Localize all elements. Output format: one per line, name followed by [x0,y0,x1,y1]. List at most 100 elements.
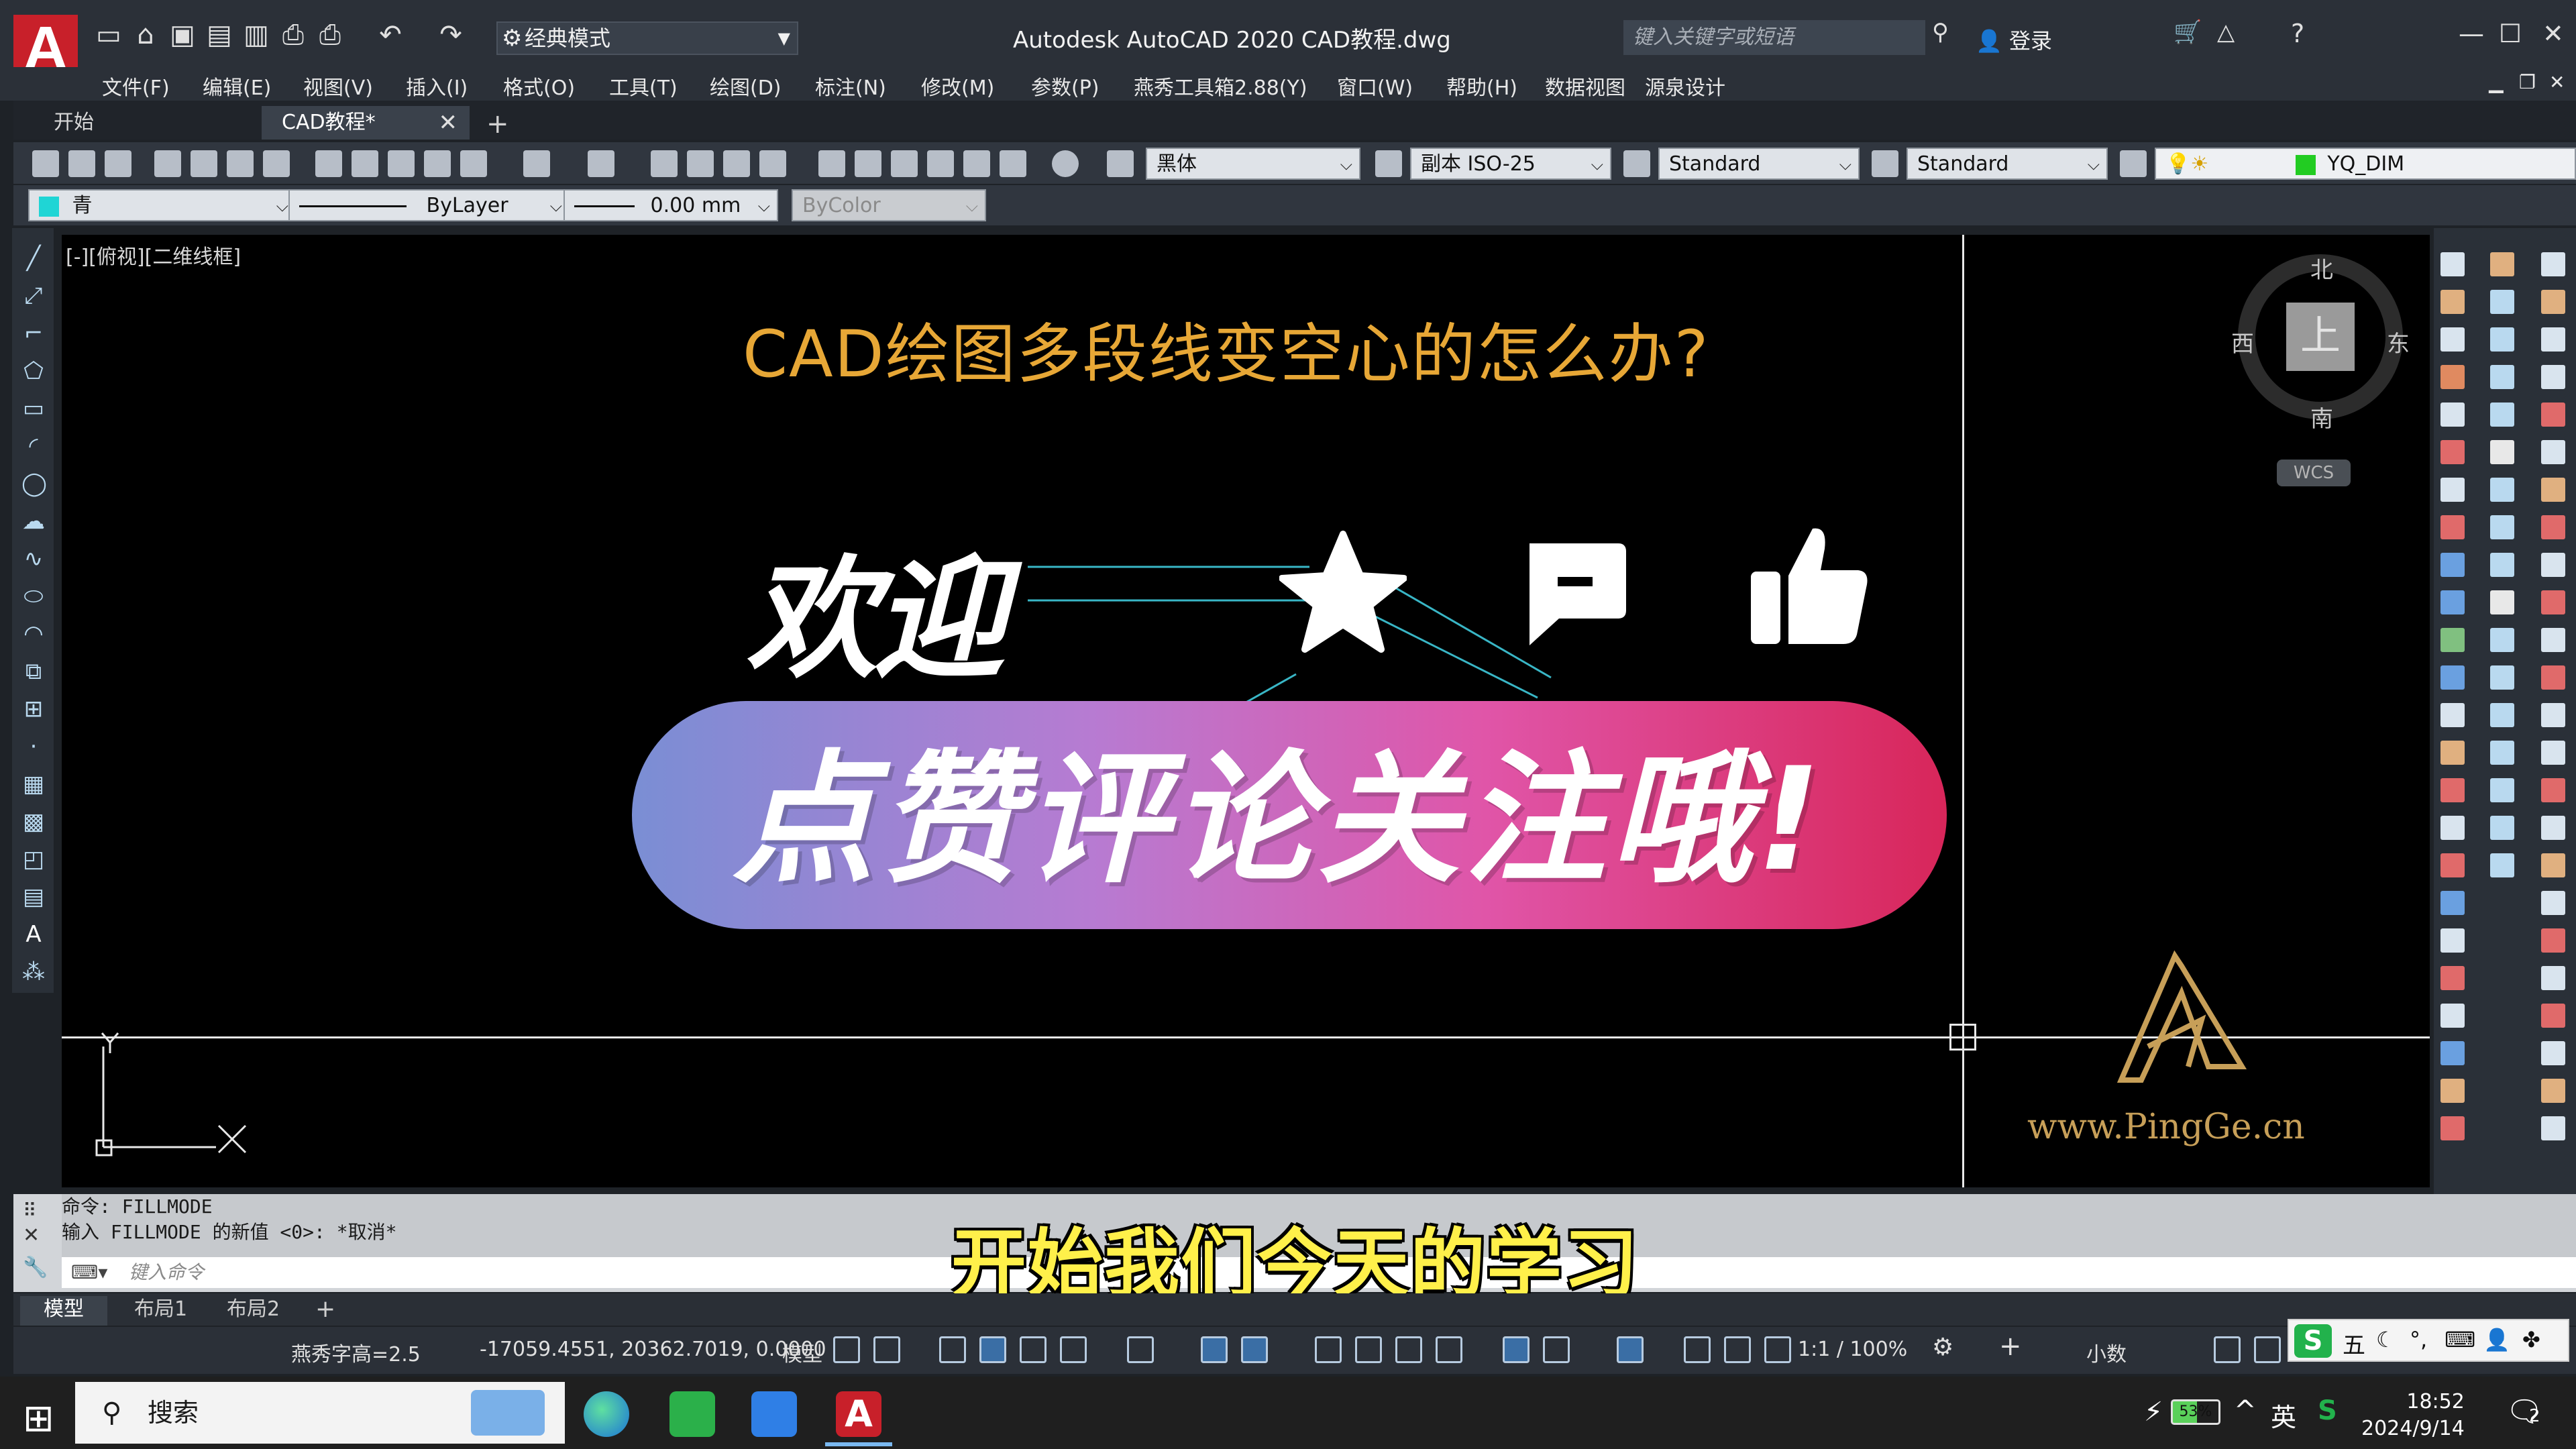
erase-icon[interactable] [2490,252,2514,276]
menu-window[interactable]: 窗口(W) [1337,71,1413,101]
extend-icon[interactable] [2490,628,2514,652]
input-language[interactable]: 英 [2271,1397,2296,1434]
rectangle-tool-icon[interactable]: ▭ [21,397,46,420]
close-command-icon[interactable]: ✕ [23,1224,40,1247]
zoom-window-icon[interactable] [723,150,750,177]
tab-layout2[interactable]: 布局2 [227,1296,280,1323]
right-tool-icon[interactable] [2440,966,2465,990]
windows-start-icon[interactable]: ⊞ [23,1397,54,1440]
grip-icon[interactable]: ⠿ [23,1199,37,1222]
polyline-tool-icon[interactable]: ⌐ [21,322,46,345]
redo-icon[interactable]: ↷ [436,20,466,50]
tab-close-icon[interactable]: ✕ [439,106,458,140]
undo-tool-icon[interactable] [523,150,550,177]
ime-user-icon[interactable]: 👤 [2483,1327,2510,1352]
ime-keyboard[interactable]: ⌨ [2445,1327,2475,1352]
move-icon[interactable] [2490,440,2514,464]
selection-filter-icon[interactable] [1503,1336,1529,1363]
array-icon[interactable] [2490,402,2514,427]
wcs-menu[interactable]: WCS [2277,460,2351,486]
lineweight-select[interactable]: 0.00 mm ⌵ [564,189,778,221]
right-tool-icon[interactable] [2440,928,2465,953]
right-tool-icon[interactable] [2440,1116,2465,1140]
open-icon[interactable] [68,150,95,177]
compass-south[interactable]: 南 [2310,400,2333,433]
workspace-selector[interactable]: ⚙ 经典模式 ▼ [496,21,798,55]
right-tool-icon[interactable] [2541,402,2565,427]
tab-start[interactable]: 开始 [13,106,262,140]
arc-tool-icon[interactable]: ◜ [21,435,46,458]
text-font-select[interactable]: 黑体 ⌵ [1146,148,1360,180]
minimize-icon[interactable]: — [2459,19,2484,48]
help-tool-icon[interactable] [1052,150,1079,177]
tab-drawing[interactable]: CAD教程* ✕ [262,106,470,140]
battery-indicator[interactable]: 53% [2171,1399,2220,1425]
cut-icon[interactable] [315,150,342,177]
pan-icon[interactable] [651,150,678,177]
sheet-set-icon[interactable] [927,150,954,177]
chamfer-icon[interactable] [2490,741,2514,765]
tab-model[interactable]: 模型 [20,1296,107,1326]
menu-file[interactable]: 文件(F) [102,71,170,101]
right-tool-icon[interactable] [2541,741,2565,765]
right-tool-icon[interactable] [2440,1041,2465,1065]
tool-palettes-icon[interactable] [891,150,918,177]
menu-edit[interactable]: 编辑(E) [203,71,271,101]
right-tool-icon[interactable] [2440,553,2465,577]
right-tool-icon[interactable] [2541,553,2565,577]
object-snap-icon[interactable] [1201,1336,1228,1363]
zoom-previous-icon[interactable] [759,150,786,177]
right-tool-icon[interactable] [2541,515,2565,539]
right-tool-icon[interactable] [2541,966,2565,990]
menu-dimension[interactable]: 标注(N) [815,71,886,101]
right-tool-icon[interactable] [2541,1041,2565,1065]
ellipse-tool-icon[interactable]: ⬭ [21,585,46,608]
publish-icon[interactable]: ⎙ [278,20,308,50]
ime-mode[interactable]: 五 [2343,1327,2365,1360]
construction-line-icon[interactable]: ⤢ [21,284,46,307]
save-tool-icon[interactable] [105,150,131,177]
tray-expand-icon[interactable]: ^ [2234,1395,2257,1426]
right-tool-icon[interactable] [2541,703,2565,727]
maximize-icon[interactable]: ☐ [2499,19,2522,48]
right-tool-icon[interactable] [2541,891,2565,915]
right-tool-icon[interactable] [2440,590,2465,614]
publish-tool-icon[interactable] [227,150,254,177]
right-tool-icon[interactable] [2440,778,2465,802]
object-snap-tracking-icon[interactable] [1127,1336,1154,1363]
compass-east[interactable]: 东 [2387,325,2410,358]
fillet-icon[interactable] [2490,778,2514,802]
model-space-toggle[interactable]: 模型 [782,1338,822,1367]
menu-help[interactable]: 帮助(H) [1446,71,1517,101]
units-select[interactable]: 小数 [2086,1338,2127,1367]
rotate-icon[interactable] [2490,478,2514,502]
paste-icon[interactable] [388,150,415,177]
add-selected-icon[interactable]: ⁂ [21,961,46,983]
cart-icon[interactable]: 🛒 [2174,19,2202,46]
plus-icon[interactable]: + [1999,1331,2022,1362]
right-tool-icon[interactable] [2541,327,2565,352]
right-tool-icon[interactable] [2440,891,2465,915]
annotation-visibility-icon[interactable] [1617,1336,1644,1363]
new-file-icon[interactable]: ▭ [94,20,123,50]
selection-cycling-icon[interactable] [1355,1336,1382,1363]
join-icon[interactable] [2490,703,2514,727]
new-icon[interactable] [32,150,59,177]
ellipse-arc-tool-icon[interactable]: ◠ [21,623,46,645]
layer-select[interactable]: 💡☀ YQ_DIM [2155,148,2576,180]
dim-style-select[interactable]: 副本 ISO-25 ⌵ [1410,148,1611,180]
revcloud-tool-icon[interactable]: ☁ [21,510,46,533]
match-properties-icon[interactable] [424,150,451,177]
text-style-icon[interactable] [1107,150,1134,177]
right-tool-icon[interactable] [2440,478,2465,502]
menu-insert[interactable]: 插入(I) [406,71,468,101]
autocad-taskbar-icon[interactable]: A [836,1391,881,1437]
login-button[interactable]: 👤 登录 [1976,24,2052,55]
scale-icon[interactable] [2490,515,2514,539]
print-icon[interactable] [154,150,181,177]
make-block-icon[interactable]: ⊞ [21,698,46,720]
right-tool-icon[interactable] [2440,628,2465,652]
circle-tool-icon[interactable]: ◯ [21,472,47,495]
right-tool-icon[interactable] [2541,1004,2565,1028]
right-tool-icon[interactable] [2541,290,2565,314]
